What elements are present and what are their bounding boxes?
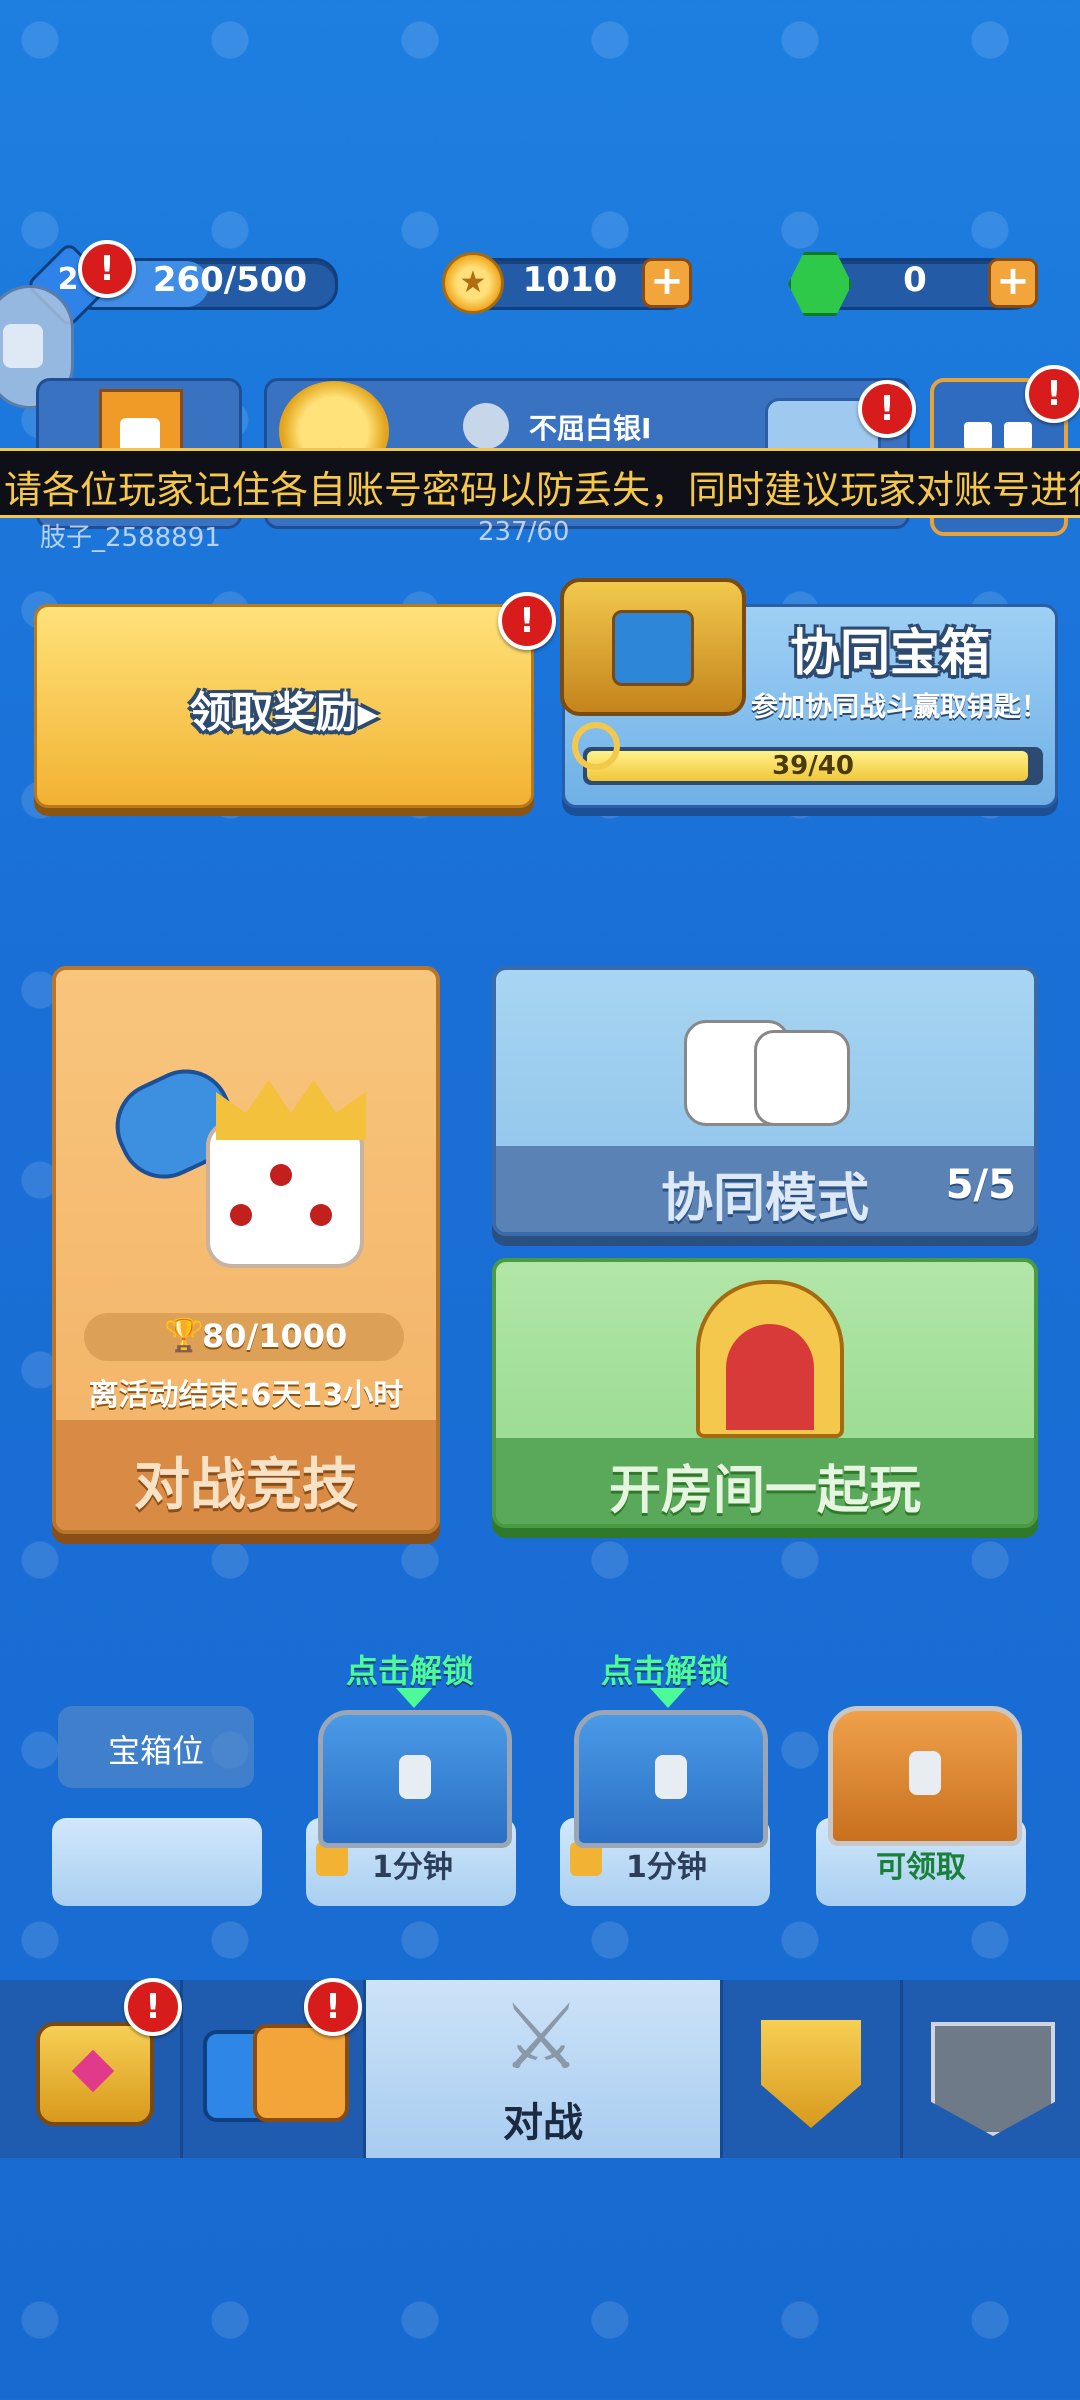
chest-slot-3-unlock-label[interactable]: 点击解锁 [555, 1646, 775, 1692]
gems-value: 0 [903, 260, 927, 300]
chest-slot-2-timer: 1分钟 [372, 1850, 453, 1885]
gift-alert-icon: ! [858, 380, 916, 438]
add-coins-button[interactable]: + [642, 258, 692, 308]
nav-tab-friends[interactable] [903, 1980, 1080, 2158]
menu-alert-icon: ! [1025, 365, 1080, 423]
rank-name: 不屈白银I [529, 412, 652, 445]
player-name: 肢子_2588891 [40, 523, 221, 553]
pvp-trophies: 80/1000 [202, 1317, 348, 1355]
coop-chest-title: 协同宝箱 [790, 624, 990, 682]
nav-battle-label: 对战 [503, 2100, 583, 2146]
coop-title-bar: 协同模式 5/5 [496, 1146, 1034, 1232]
coop-count: 5/5 [945, 1162, 1016, 1208]
announcement-marquee: 请各位玩家记住各自账号密码以防丢失，同时建议玩家对账号进行绑 [0, 448, 1080, 518]
dice-alert-icon: ! [304, 1978, 362, 2036]
add-gems-button[interactable]: + [988, 258, 1038, 308]
crown-icon [216, 1080, 366, 1140]
golden-chest-icon [560, 578, 746, 716]
friends-shield-icon [931, 2022, 1055, 2136]
coins-value: 1010 [522, 260, 618, 300]
clan-shield-icon [761, 2020, 861, 2128]
level-alert-icon: ! [78, 240, 136, 298]
create-room-button[interactable]: 开房间一起玩 [492, 1258, 1038, 1528]
trophy-progress-pill: 🏆 80/1000 [84, 1313, 404, 1361]
orange-dice-icon [253, 2024, 349, 2122]
small-trophy-icon: 🏆 [164, 1316, 204, 1354]
chest-slot-empty-label-box: 宝箱位 [58, 1706, 254, 1788]
rank-emblem-icon [463, 403, 509, 449]
coop-chest-subtitle: 参加协同战斗赢取钥匙！ [751, 692, 1048, 723]
coop-dice-icon-2 [754, 1030, 850, 1126]
room-door-icon [696, 1280, 844, 1438]
claim-reward-label: 领取奖励 [189, 688, 358, 737]
blue-chest-icon [574, 1710, 768, 1848]
pvp-event-timer: 离活动结束:6天13小时 [88, 1378, 404, 1413]
chest-slot-2-unlock-label[interactable]: 点击解锁 [300, 1646, 520, 1692]
chevron-down-icon [650, 1688, 686, 1708]
pvp-title-bar: 对战竞技 [56, 1420, 436, 1530]
orange-chest-icon [828, 1706, 1022, 1846]
xp-text: 260/500 [152, 260, 308, 300]
claim-reward-button[interactable]: 领取奖励▸ [34, 604, 534, 808]
room-title-bar: 开房间一起玩 [496, 1438, 1034, 1524]
blue-chest-icon [318, 1710, 512, 1848]
coop-chest-progress-track: 39/40 [583, 747, 1043, 785]
coop-mode-button[interactable]: 协同模式 5/5 [492, 966, 1038, 1236]
chest-slot-empty-label: 宝箱位 [107, 1732, 204, 1770]
nav-tab-battle[interactable]: ⚔ 对战 [366, 1980, 723, 2158]
coin-icon: ★ [442, 252, 504, 314]
nav-tab-clan[interactable] [723, 1980, 903, 2158]
marquee-text: 请各位玩家记住各自账号密码以防丢失，同时建议玩家对账号进行绑 [4, 468, 1080, 512]
coop-chest-progress-text: 39/40 [772, 751, 854, 781]
arrow-right-icon: ▸ [357, 688, 379, 737]
chest-slot-1[interactable] [52, 1818, 262, 1906]
chest-slot-3-timer: 1分钟 [626, 1850, 707, 1885]
crossed-swords-icon: ⚔ [500, 1985, 582, 2090]
treasure-chest-icon [36, 2022, 154, 2126]
room-title: 开房间一起玩 [608, 1461, 921, 1521]
pvp-mode-button[interactable]: 🏆 80/1000 离活动结束:6天13小时 对战竞技 [52, 966, 440, 1534]
king-dice-icon [206, 1120, 364, 1268]
reward-alert-icon: ! [498, 592, 556, 650]
pvp-title: 对战竞技 [134, 1453, 358, 1518]
shop-alert-icon: ! [124, 1978, 182, 2036]
key-icon [572, 722, 620, 770]
chevron-down-icon [396, 1688, 432, 1708]
chest-slot-4-claim-label: 可领取 [876, 1850, 966, 1885]
rank-progress: 237/60 [478, 517, 570, 547]
